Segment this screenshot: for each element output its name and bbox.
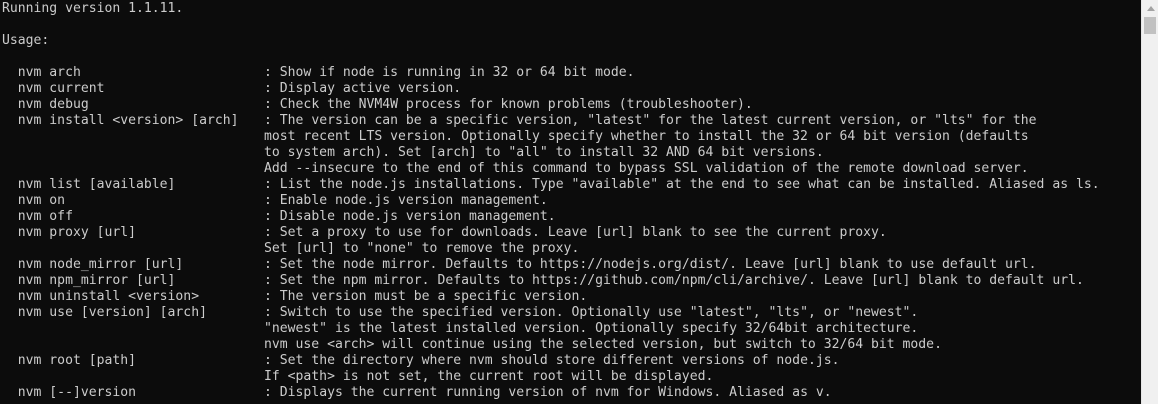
separator: : bbox=[264, 385, 280, 400]
separator: : bbox=[264, 353, 280, 368]
command-name: nvm use [version] [arch] bbox=[2, 305, 207, 320]
command-description-continued: Add --insecure to the end of this comman… bbox=[2, 161, 1141, 177]
command-row: nvm debug: Check the NVM4W process for k… bbox=[2, 97, 1141, 113]
scroll-thumb[interactable] bbox=[1144, 17, 1156, 34]
command-name: nvm list [available] bbox=[2, 177, 176, 192]
description-continuation-text: nvm use <arch> will continue using the s… bbox=[264, 337, 942, 352]
command-description-continued: Set [url] to "none" to remove the proxy. bbox=[2, 241, 1141, 257]
separator: : bbox=[264, 97, 280, 112]
separator: : bbox=[264, 193, 280, 208]
command-description: The version can be a specific version, "… bbox=[279, 113, 1037, 128]
separator: : bbox=[264, 273, 280, 288]
scroll-up-button[interactable] bbox=[1142, 0, 1158, 17]
command-name: nvm install <version> [arch] bbox=[2, 113, 239, 128]
command-list: nvm arch: Show if node is running in 32 … bbox=[2, 65, 1141, 401]
command-row: nvm [--]version: Displays the current ru… bbox=[2, 385, 1141, 401]
separator: : bbox=[264, 257, 280, 272]
separator: : bbox=[264, 65, 280, 80]
command-row: nvm off: Disable node.js version managem… bbox=[2, 209, 1141, 225]
command-description-continued: most recent LTS version. Optionally spec… bbox=[2, 129, 1141, 145]
command-description: Display active version. bbox=[279, 81, 462, 96]
command-description: Displays the current running version of … bbox=[279, 385, 832, 400]
description-continuation-text: "newest" is the latest installed version… bbox=[264, 321, 919, 336]
command-description-continued: nvm use <arch> will continue using the s… bbox=[2, 337, 1141, 353]
command-name: nvm off bbox=[2, 209, 73, 224]
version-line: Running version 1.1.11. bbox=[2, 1, 184, 16]
command-description: Show if node is running in 32 or 64 bit … bbox=[279, 65, 635, 80]
command-row: nvm uninstall <version>: The version mus… bbox=[2, 289, 1141, 305]
chevron-up-icon bbox=[1146, 6, 1155, 11]
command-description: List the node.js installations. Type "av… bbox=[279, 177, 1100, 192]
command-row: nvm on: Enable node.js version managemen… bbox=[2, 193, 1141, 209]
console-output[interactable]: Running version 1.1.11. Usage: nvm arch:… bbox=[0, 0, 1141, 404]
command-name: nvm uninstall <version> bbox=[2, 289, 200, 304]
command-name: nvm node_mirror [url] bbox=[2, 257, 184, 272]
command-row: nvm current: Display active version. bbox=[2, 81, 1141, 97]
command-description: Set the npm mirror. Defaults to https://… bbox=[279, 273, 1084, 288]
command-name: nvm root [path] bbox=[2, 353, 137, 368]
separator: : bbox=[264, 177, 280, 192]
command-row: nvm root [path]: Set the directory where… bbox=[2, 353, 1141, 369]
command-description: Set the node mirror. Defaults to https:/… bbox=[279, 257, 1037, 272]
command-row: nvm use [version] [arch]: Switch to use … bbox=[2, 305, 1141, 321]
description-continuation-text: Add --insecure to the end of this comman… bbox=[264, 161, 1029, 176]
command-name: nvm [--]version bbox=[2, 385, 137, 400]
vertical-scrollbar[interactable] bbox=[1141, 0, 1158, 404]
description-continuation-text: If <path> is not set, the current root w… bbox=[264, 369, 714, 384]
description-continuation-text: most recent LTS version. Optionally spec… bbox=[264, 129, 1029, 144]
command-description: Set a proxy to use for downloads. Leave … bbox=[279, 225, 887, 240]
command-description-continued: If <path> is not set, the current root w… bbox=[2, 369, 1141, 385]
command-row: nvm list [available]: List the node.js i… bbox=[2, 177, 1141, 193]
separator: : bbox=[264, 209, 280, 224]
command-name: nvm npm_mirror [url] bbox=[2, 273, 176, 288]
separator: : bbox=[264, 305, 280, 320]
command-name: nvm proxy [url] bbox=[2, 225, 137, 240]
description-continuation-text: to system arch). Set [arch] to "all" to … bbox=[264, 145, 824, 160]
command-description: Switch to use the specified version. Opt… bbox=[279, 305, 919, 320]
command-name: nvm on bbox=[2, 193, 66, 208]
separator: : bbox=[264, 225, 280, 240]
command-row: nvm node_mirror [url]: Set the node mirr… bbox=[2, 257, 1141, 273]
command-description-continued: to system arch). Set [arch] to "all" to … bbox=[2, 145, 1141, 161]
command-description: Set the directory where nvm should store… bbox=[279, 353, 840, 368]
command-description-continued: "newest" is the latest installed version… bbox=[2, 321, 1141, 337]
command-description: Enable node.js version management. bbox=[279, 193, 548, 208]
separator: : bbox=[264, 113, 280, 128]
description-continuation-text: Set [url] to "none" to remove the proxy. bbox=[264, 241, 580, 256]
command-row: nvm proxy [url]: Set a proxy to use for … bbox=[2, 225, 1141, 241]
command-name: nvm arch bbox=[2, 65, 81, 80]
usage-label: Usage: bbox=[2, 33, 50, 48]
separator: : bbox=[264, 81, 280, 96]
command-name: nvm current bbox=[2, 81, 105, 96]
separator: : bbox=[264, 289, 280, 304]
command-row: nvm arch: Show if node is running in 32 … bbox=[2, 65, 1141, 81]
command-description: Disable node.js version management. bbox=[279, 209, 556, 224]
command-description: Check the NVM4W process for known proble… bbox=[279, 97, 753, 112]
command-row: nvm install <version> [arch]: The versio… bbox=[2, 113, 1141, 129]
command-description: The version must be a specific version. bbox=[279, 289, 588, 304]
command-name: nvm debug bbox=[2, 97, 89, 112]
command-row: nvm npm_mirror [url]: Set the npm mirror… bbox=[2, 273, 1141, 289]
